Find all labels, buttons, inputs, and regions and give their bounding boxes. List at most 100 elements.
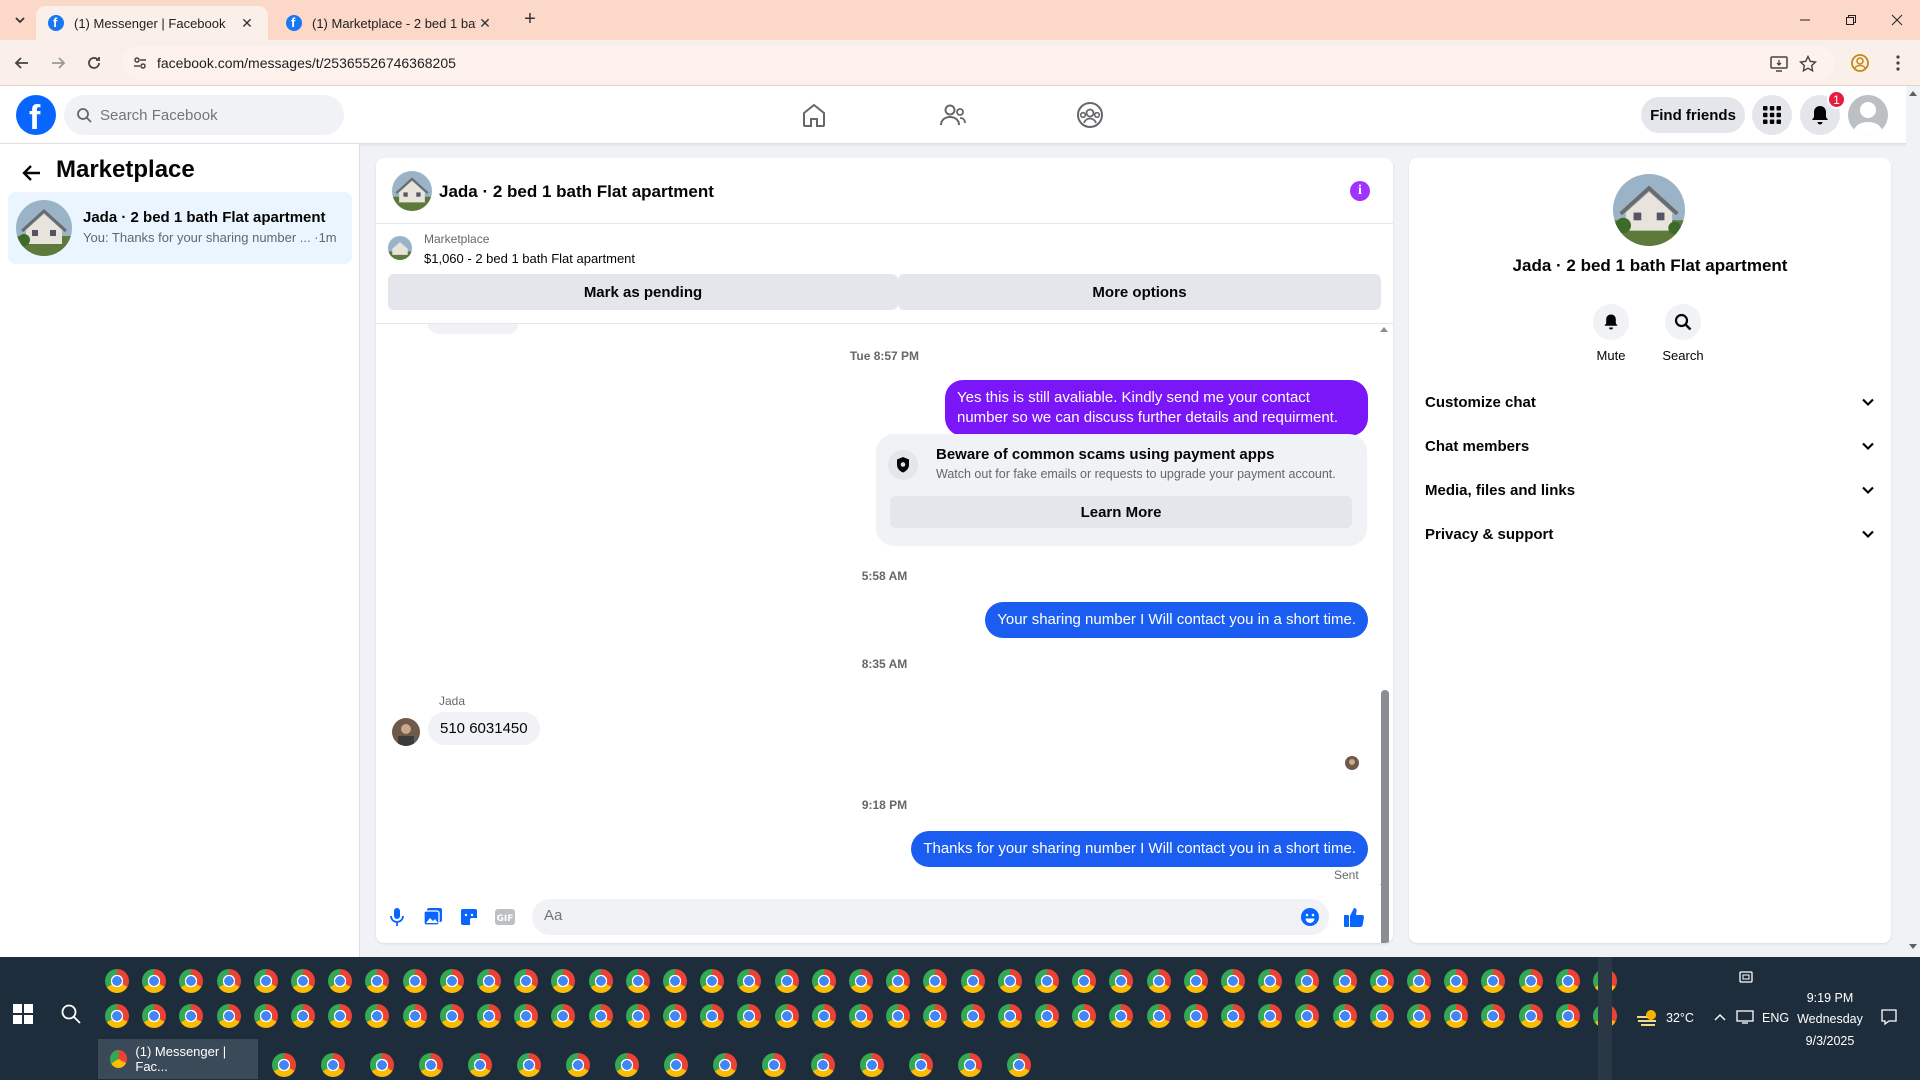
chrome-taskbar-icon[interactable] — [1184, 1004, 1208, 1028]
chrome-taskbar-icon[interactable] — [403, 969, 427, 993]
chrome-taskbar-icon[interactable] — [291, 969, 315, 993]
chrome-taskbar-icon[interactable] — [775, 1004, 799, 1028]
chrome-taskbar-icon[interactable] — [365, 969, 389, 993]
chrome-taskbar-icon[interactable] — [909, 1053, 933, 1077]
clock-day[interactable]: Wednesday — [1796, 1012, 1864, 1026]
chrome-taskbar-icon[interactable] — [1007, 1053, 1031, 1077]
chrome-taskbar-icon[interactable] — [179, 1004, 203, 1028]
customize-chat-section[interactable]: Customize chat — [1425, 380, 1875, 424]
outgoing-message[interactable]: Thanks for your sharing number I Will co… — [911, 831, 1368, 867]
more-options-button[interactable]: More options — [898, 274, 1381, 310]
listing-thumbnail[interactable] — [392, 171, 432, 211]
chrome-taskbar-icon[interactable] — [961, 969, 985, 993]
chrome-taskbar-icon[interactable] — [700, 969, 724, 993]
page-scrollbar[interactable] — [1906, 86, 1920, 957]
chrome-taskbar-icon[interactable] — [403, 1004, 427, 1028]
media-files-links-section[interactable]: Media, files and links — [1425, 468, 1875, 512]
chrome-taskbar-icon[interactable] — [419, 1053, 443, 1077]
chrome-taskbar-icon[interactable] — [737, 969, 761, 993]
chrome-taskbar-icon[interactable] — [923, 969, 947, 993]
chrome-taskbar-icon[interactable] — [254, 969, 278, 993]
listing-large-thumbnail[interactable] — [1613, 174, 1685, 246]
chrome-taskbar-icon[interactable] — [291, 1004, 315, 1028]
chrome-taskbar-icon[interactable] — [961, 1004, 985, 1028]
conversation-info-icon[interactable]: i — [1350, 181, 1370, 201]
account-avatar[interactable] — [1848, 95, 1888, 135]
outgoing-message[interactable]: Yes this is still avaliable. Kindly send… — [945, 380, 1368, 436]
chrome-taskbar-icon[interactable] — [1258, 1004, 1282, 1028]
chrome-taskbar-icon[interactable] — [1444, 969, 1468, 993]
taskbar-active-window[interactable]: (1) Messenger | Fac... — [98, 1039, 258, 1079]
chrome-taskbar-icon[interactable] — [142, 1004, 166, 1028]
chrome-taskbar-icon[interactable] — [477, 1004, 501, 1028]
notification-center-icon[interactable] — [1880, 1008, 1898, 1026]
chrome-taskbar-icon[interactable] — [923, 1004, 947, 1028]
chrome-taskbar-icon[interactable] — [1519, 969, 1543, 993]
bookmark-star-icon[interactable] — [1798, 54, 1818, 74]
minimize-button[interactable] — [1782, 0, 1828, 40]
chrome-taskbar-icon[interactable] — [370, 1053, 394, 1077]
chrome-taskbar-icon[interactable] — [566, 1053, 590, 1077]
sender-avatar[interactable] — [392, 718, 420, 746]
chrome-taskbar-icon[interactable] — [1556, 969, 1580, 993]
incoming-message[interactable]: 510 6031450 — [428, 712, 540, 745]
chrome-taskbar-icon[interactable] — [142, 969, 166, 993]
chrome-taskbar-icon[interactable] — [589, 1004, 613, 1028]
groups-nav-button[interactable] — [1069, 94, 1111, 136]
reload-button[interactable] — [82, 51, 106, 75]
chrome-taskbar-icon[interactable] — [1407, 969, 1431, 993]
mute-action[interactable]: Mute — [1581, 304, 1641, 363]
chrome-taskbar-icon[interactable] — [477, 969, 501, 993]
weather-icon[interactable] — [1636, 1007, 1662, 1029]
chrome-taskbar-icon[interactable] — [1184, 969, 1208, 993]
search-action[interactable]: Search — [1653, 304, 1713, 363]
chrome-taskbar-icon[interactable] — [998, 969, 1022, 993]
chrome-taskbar-icon[interactable] — [179, 969, 203, 993]
chrome-taskbar-icon[interactable] — [886, 1004, 910, 1028]
chrome-taskbar-icon[interactable] — [328, 1004, 352, 1028]
attach-photo-icon[interactable] — [421, 905, 445, 929]
emoji-icon[interactable] — [1300, 907, 1320, 927]
taskbar-scrollbar[interactable] — [1598, 957, 1612, 1080]
back-button[interactable] — [10, 51, 34, 75]
chrome-taskbar-icon[interactable] — [1258, 969, 1282, 993]
chrome-taskbar-icon[interactable] — [440, 969, 464, 993]
learn-more-button[interactable]: Learn More — [890, 496, 1352, 528]
chrome-taskbar-icon[interactable] — [812, 1004, 836, 1028]
close-tab-icon[interactable]: ✕ — [476, 14, 494, 32]
chrome-taskbar-icon[interactable] — [365, 1004, 389, 1028]
facebook-search[interactable] — [64, 95, 344, 135]
facebook-logo[interactable]: f — [16, 95, 56, 137]
forward-button[interactable] — [46, 51, 70, 75]
chrome-taskbar-icon[interactable] — [626, 969, 650, 993]
new-tab-button[interactable]: + — [520, 9, 540, 30]
chrome-taskbar-icon[interactable] — [737, 1004, 761, 1028]
chrome-taskbar-icon[interactable] — [254, 1004, 278, 1028]
chrome-taskbar-icon[interactable] — [514, 1004, 538, 1028]
install-app-icon[interactable] — [1769, 54, 1789, 74]
chrome-taskbar-icon[interactable] — [272, 1053, 296, 1077]
address-bar[interactable]: facebook.com/messages/t/2536552674636820… — [122, 46, 1835, 80]
chrome-taskbar-icon[interactable] — [1407, 1004, 1431, 1028]
chrome-taskbar-icon[interactable] — [1556, 1004, 1580, 1028]
chrome-taskbar-icon[interactable] — [886, 969, 910, 993]
chat-scrollbar[interactable] — [1377, 324, 1391, 943]
chrome-taskbar-icon[interactable] — [514, 969, 538, 993]
chrome-taskbar-icon[interactable] — [958, 1053, 982, 1077]
thumbs-up-icon[interactable] — [1342, 905, 1366, 929]
chrome-taskbar-icon[interactable] — [551, 1004, 575, 1028]
clock-date[interactable]: 9/3/2025 — [1798, 1034, 1862, 1048]
clock-time[interactable]: 9:19 PM — [1798, 991, 1862, 1005]
chrome-taskbar-icon[interactable] — [1370, 1004, 1394, 1028]
search-input[interactable] — [100, 106, 320, 124]
profile-icon[interactable] — [1848, 51, 1872, 75]
chrome-taskbar-icon[interactable] — [849, 1004, 873, 1028]
home-nav-button[interactable] — [793, 94, 835, 136]
site-settings-icon[interactable] — [132, 55, 148, 71]
chrome-taskbar-icon[interactable] — [328, 969, 352, 993]
chrome-taskbar-icon[interactable] — [615, 1053, 639, 1077]
chrome-taskbar-icon[interactable] — [860, 1053, 884, 1077]
windows-start-icon[interactable] — [12, 1003, 34, 1025]
chat-title[interactable]: Jada · 2 bed 1 bath Flat apartment — [439, 182, 714, 202]
chrome-taskbar-icon[interactable] — [1370, 969, 1394, 993]
